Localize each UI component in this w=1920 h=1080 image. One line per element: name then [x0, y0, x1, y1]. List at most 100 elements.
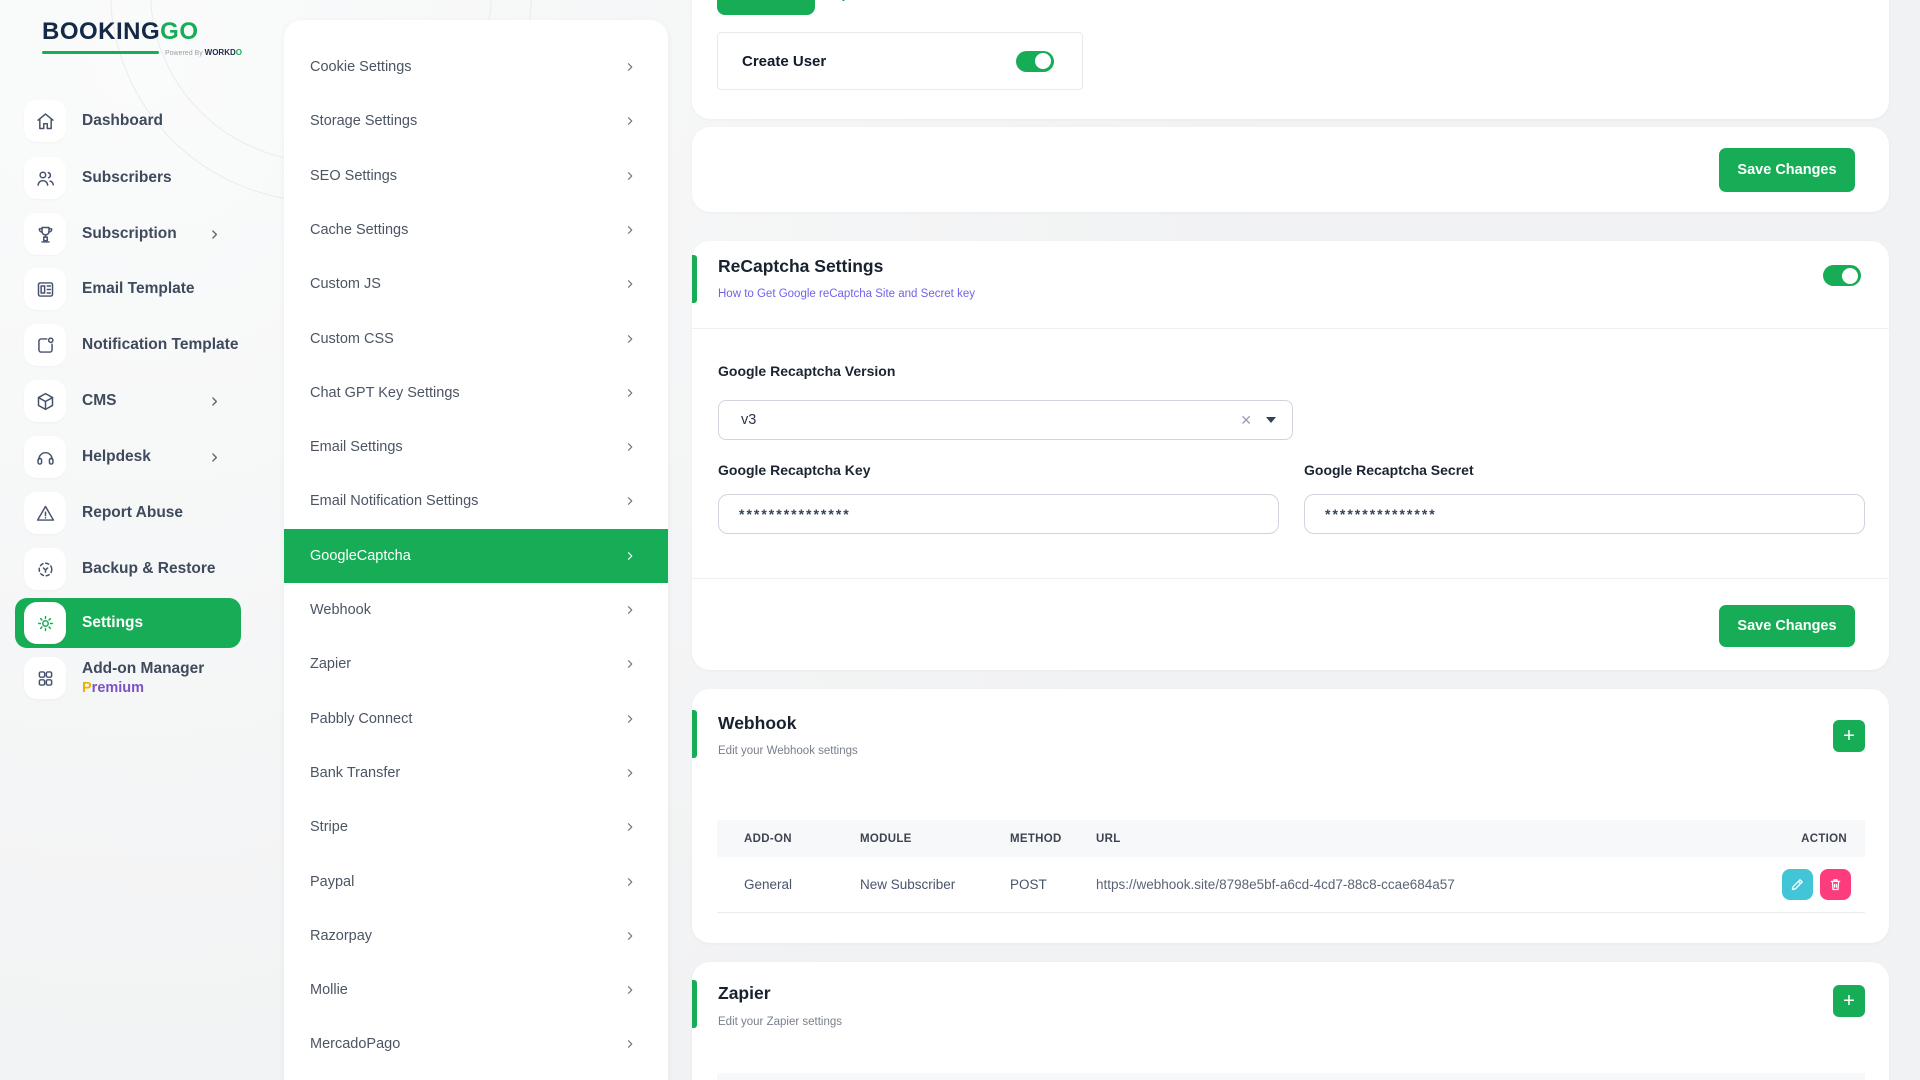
sidebar-item-label: Subscription [82, 225, 177, 243]
settings-nav-item-pabbly-connect[interactable]: Pabbly Connect [284, 692, 668, 746]
settings-nav-item-zapier[interactable]: Zapier [284, 637, 668, 691]
settings-nav-item-coingate[interactable]: Coingate [284, 1072, 668, 1080]
chevron-right-icon [208, 451, 221, 464]
recaptcha-help-link[interactable]: How to Get Google reCaptcha Site and Sec… [718, 288, 975, 300]
tab-helpdesk[interactable]: Helpdesk [818, 0, 885, 15]
add-webhook-button[interactable]: + [1833, 720, 1865, 752]
chevron-down-icon[interactable] [1266, 417, 1276, 423]
settings-nav-label: Bank Transfer [310, 765, 400, 781]
create-user-label: Create User [742, 53, 1016, 70]
settings-nav-item-googlecaptcha[interactable]: GoogleCaptcha [284, 529, 668, 583]
settings-nav-item-mercadopago[interactable]: MercadoPago [284, 1017, 668, 1071]
logo-underline [42, 51, 159, 54]
sidebar-item-label: Notification Template [82, 336, 238, 354]
recaptcha-save-button[interactable]: Save Changes [1719, 605, 1855, 647]
tab-general[interactable]: General [717, 0, 815, 15]
chevron-right-icon [624, 278, 636, 290]
headset-icon [24, 436, 66, 478]
edit-webhook-button[interactable] [1782, 869, 1813, 900]
sidebar-item-report-abuse[interactable]: Report Abuse [24, 492, 259, 534]
settings-nav-label: Cookie Settings [310, 59, 412, 75]
settings-nav-label: SEO Settings [310, 168, 397, 184]
sidebar-item-email-template[interactable]: Email Template [24, 268, 259, 310]
template-icon [24, 268, 66, 310]
brand-logo-subline: Powered By WORKDO [42, 48, 242, 57]
col-addon: ADD-ON [717, 833, 860, 845]
powered-by-text: Powered By WORKDO [165, 48, 242, 57]
pencil-icon [1790, 877, 1805, 892]
settings-nav-label: Zapier [310, 656, 351, 672]
settings-nav-item-paypal[interactable]: Paypal [284, 855, 668, 909]
save-changes-button[interactable]: Save Changes [1719, 148, 1855, 192]
sidebar-item-dashboard[interactable]: Dashboard [24, 100, 259, 142]
settings-nav-item-bank-transfer[interactable]: Bank Transfer [284, 746, 668, 800]
home-icon [24, 100, 66, 142]
brand-logo-text: BOOKINGGO [42, 18, 242, 46]
sidebar-item-cms[interactable]: CMS [24, 380, 259, 422]
create-user-toggle[interactable] [1016, 51, 1054, 72]
recaptcha-key-field[interactable] [718, 494, 1279, 534]
settings-nav-item-stripe[interactable]: Stripe [284, 800, 668, 854]
col-action: ACTION [1737, 833, 1865, 845]
trash-icon [1828, 877, 1843, 892]
settings-nav-item-email-settings[interactable]: Email Settings [284, 420, 668, 474]
recaptcha-secret-field[interactable] [1304, 494, 1865, 534]
settings-nav-item-custom-js[interactable]: Custom JS [284, 257, 668, 311]
brand-logo[interactable]: BOOKINGGO Powered By WORKDO [42, 18, 242, 57]
chevron-right-icon [624, 61, 636, 73]
chevron-right-icon [624, 984, 636, 996]
settings-nav-label: Email Settings [310, 439, 403, 455]
add-zapier-button[interactable]: + [1833, 985, 1865, 1017]
settings-nav-item-custom-css[interactable]: Custom CSS [284, 312, 668, 366]
chevron-right-icon [624, 930, 636, 942]
sidebar-item-subscribers[interactable]: Subscribers [24, 157, 259, 199]
settings-nav-label: Email Notification Settings [310, 493, 478, 509]
recaptcha-enable-toggle[interactable] [1823, 265, 1861, 286]
webhook-table-header: ADD-ON MODULE METHOD URL ACTION [717, 820, 1865, 857]
clear-selection-icon[interactable]: ✕ [1240, 412, 1252, 429]
sidebar-item-label: Report Abuse [82, 504, 183, 522]
recaptcha-version-select[interactable]: v3 ✕ [718, 400, 1293, 440]
settings-nav-item-mollie[interactable]: Mollie [284, 963, 668, 1017]
sidebar-item-settings[interactable]: Settings [15, 598, 241, 648]
chevron-right-icon [624, 1038, 636, 1050]
gear-icon [24, 602, 66, 644]
settings-nav-item-cookie-settings[interactable]: Cookie Settings [284, 40, 668, 94]
settings-nav: Cookie Settings Storage Settings SEO Setti… [284, 20, 668, 1080]
zapier-card: Zapier Edit your Zapier settings + [692, 962, 1889, 1080]
sidebar-item-notification-template[interactable]: Notification Template [24, 324, 259, 366]
settings-nav-item-chat-gpt-key-settings[interactable]: Chat GPT Key Settings [284, 366, 668, 420]
recaptcha-version-value: v3 [741, 412, 756, 428]
sidebar-item-helpdesk[interactable]: Helpdesk [24, 436, 259, 478]
webhook-section-title: Webhook [718, 713, 796, 734]
settings-nav-item-email-notification-settings[interactable]: Email Notification Settings [284, 474, 668, 528]
chevron-right-icon [208, 228, 221, 241]
settings-nav-label: Paypal [310, 874, 354, 890]
sidebar-item-text: Add-on ManagerPremium [82, 660, 204, 696]
webhook-section-subtitle: Edit your Webhook settings [718, 745, 858, 757]
cell-module: New Subscriber [860, 877, 1010, 892]
sidebar-item-add-on-manager[interactable]: Add-on ManagerPremium [24, 652, 259, 704]
settings-nav-item-storage-settings[interactable]: Storage Settings [284, 94, 668, 148]
sidebar-item-subscription[interactable]: Subscription [24, 213, 259, 255]
chevron-right-icon [624, 495, 636, 507]
settings-nav-item-seo-settings[interactable]: SEO Settings [284, 149, 668, 203]
settings-nav-label: Mollie [310, 982, 348, 998]
settings-nav-label: Cache Settings [310, 222, 408, 238]
app-root: BOOKINGGO Powered By WORKDO Dashboard Sub… [0, 0, 1920, 1080]
settings-nav-label: Storage Settings [310, 113, 417, 129]
chevron-right-icon [624, 658, 636, 670]
chevron-right-icon [624, 333, 636, 345]
sidebar-item-backup-and-restore[interactable]: Backup & Restore [24, 548, 259, 590]
main-sidebar: BOOKINGGO Powered By WORKDO Dashboard Sub… [0, 0, 283, 1080]
users-icon [24, 157, 66, 199]
settings-nav-item-razorpay[interactable]: Razorpay [284, 909, 668, 963]
zapier-section-subtitle: Edit your Zapier settings [718, 1016, 842, 1028]
settings-nav-item-webhook[interactable]: Webhook [284, 583, 668, 637]
cell-method: POST [1010, 877, 1096, 892]
recaptcha-version-label: Google Recaptcha Version [718, 363, 895, 379]
delete-webhook-button[interactable] [1820, 869, 1851, 900]
settings-nav-item-cache-settings[interactable]: Cache Settings [284, 203, 668, 257]
general-save-card: Save Changes [692, 127, 1889, 212]
chevron-right-icon [624, 550, 636, 562]
